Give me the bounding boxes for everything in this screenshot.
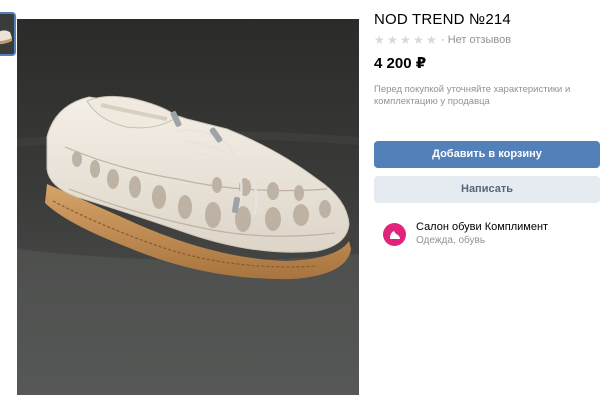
shoe-image [17, 19, 359, 395]
seller-name[interactable]: Салон обуви Комплимент [416, 221, 548, 234]
seller-category: Одежда, обувь [416, 235, 486, 246]
product-title: NOD TREND №214 [374, 11, 511, 28]
seller-text: Салон обуви Комплимент Одежда, обувь [416, 221, 548, 248]
thumbnail-image [0, 14, 14, 54]
rating-row[interactable]: ★ ★ ★ ★ ★ · Нет отзывов [374, 33, 511, 46]
star-icon: ★ [387, 32, 398, 47]
product-price: 4 200 ₽ [374, 55, 427, 72]
product-thumbnail[interactable] [0, 12, 16, 56]
purchase-note: Перед покупкой уточняйте характеристики … [374, 84, 571, 107]
rating-stars: ★ ★ ★ ★ ★ [374, 34, 438, 46]
seller-card[interactable]: Салон обуви Комплимент Одежда, обувь [383, 221, 548, 248]
star-icon: ★ [374, 32, 385, 47]
shoe-icon [389, 230, 400, 239]
product-photo[interactable] [17, 19, 359, 395]
write-message-button[interactable]: Написать [374, 176, 600, 203]
star-icon: ★ [413, 32, 424, 47]
star-icon: ★ [400, 32, 411, 47]
star-icon: ★ [426, 32, 437, 47]
reviews-link[interactable]: · Нет отзывов [441, 34, 511, 46]
seller-avatar[interactable] [383, 223, 406, 246]
add-to-cart-button[interactable]: Добавить в корзину [374, 141, 600, 168]
thumbnail-strip [0, 12, 17, 56]
